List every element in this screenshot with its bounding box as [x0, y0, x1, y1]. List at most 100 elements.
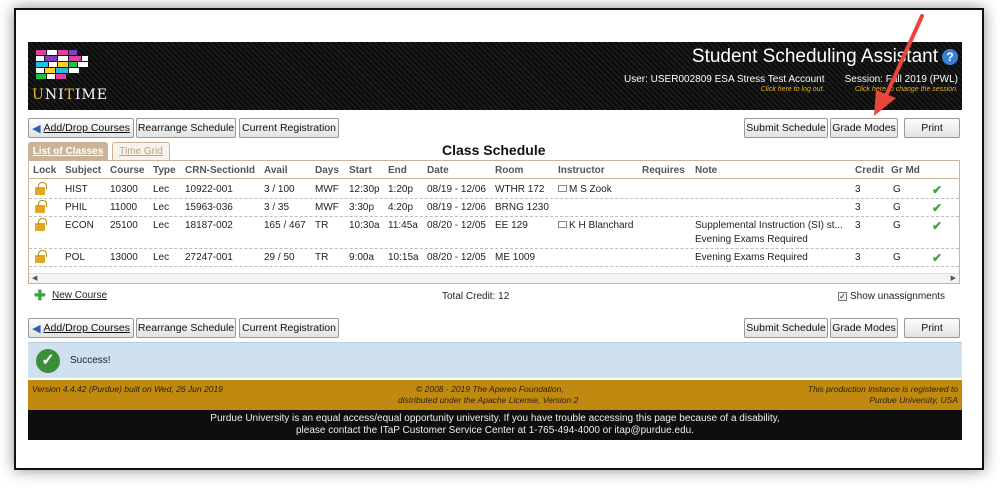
logout-hint[interactable]: Click here to log out. [624, 86, 825, 93]
print-label: Print [921, 122, 943, 134]
print-button-bottom[interactable]: Print [904, 318, 960, 338]
success-text: Success! [70, 355, 111, 366]
row-subject: PHIL [65, 202, 88, 213]
mail-icon[interactable] [558, 220, 567, 228]
add-drop-courses-button[interactable]: ◀ Add/Drop Courses [28, 118, 134, 138]
rearrange-schedule-button-bottom[interactable]: Rearrange Schedule [136, 318, 236, 338]
current-registration-button[interactable]: Current Registration [239, 118, 339, 138]
accessibility-notice: Purdue University is an equal access/equ… [28, 410, 962, 440]
mail-icon[interactable] [558, 184, 567, 192]
tab-list-of-classes[interactable]: List of Classes [28, 142, 108, 160]
column-header: Avail [264, 165, 288, 176]
print-button[interactable]: Print [904, 118, 960, 138]
rearrange-schedule-button[interactable]: Rearrange Schedule [136, 118, 236, 138]
unitime-logo-icon [36, 50, 88, 79]
table-row[interactable]: POL 13000 Lec 27247-001 29 / 50 TR 9:00a… [29, 249, 959, 267]
lock-icon[interactable] [35, 200, 47, 213]
check-icon: ✔ [932, 201, 943, 215]
row-grade-mode: G [893, 220, 901, 231]
unitime-logo[interactable]: UNITIME [32, 47, 107, 105]
column-header: Instructor [558, 165, 605, 176]
grade-modes-label: Grade Modes [832, 322, 896, 334]
arrow-left-icon: ◀ [32, 122, 41, 135]
copyright-line1: © 2008 - 2019 The Apereo Foundation, [416, 384, 564, 394]
total-credit: Total Credit: 12 [442, 291, 510, 302]
bottom-toolbar: ◀ Add/Drop Courses Rearrange Schedule Cu… [28, 318, 962, 338]
lock-icon[interactable] [35, 250, 47, 263]
lock-icon[interactable] [35, 218, 47, 231]
column-header: Course [110, 165, 145, 176]
registration-line2: Purdue University, USA [869, 395, 958, 405]
show-unassignments-toggle[interactable]: ✓ Show unassignments [838, 291, 945, 302]
row-days: TR [315, 252, 329, 263]
unitime-page: UNITIME Student Scheduling Assistant ? U… [28, 42, 962, 444]
row-subject: ECON [65, 220, 94, 231]
horizontal-scrollbar[interactable]: ◀ ▶ [29, 273, 959, 283]
help-icon[interactable]: ? [942, 49, 958, 65]
table-row[interactable]: PHIL 11000 Lec 15963-036 3 / 35 MWF 3:30… [29, 199, 959, 217]
row-grade-mode: G [893, 202, 901, 213]
current-registration-label: Current Registration [242, 322, 336, 334]
print-label: Print [921, 322, 943, 334]
new-course-link[interactable]: New Course [52, 290, 107, 301]
row-instructor-name: K H Blanchard [569, 220, 634, 231]
scroll-right-icon[interactable]: ▶ [951, 274, 956, 282]
current-registration-label: Current Registration [242, 122, 336, 134]
column-header: Lock [33, 165, 57, 176]
row-start: 3:30p [349, 202, 375, 213]
user-info[interactable]: User: USER002809 ESA Stress Test Account… [624, 74, 824, 93]
table-footer: ✚ New Course Total Credit: 12 ✓ Show unas… [28, 286, 962, 306]
table-row[interactable]: HIST 10300 Lec 10922-001 3 / 100 MWF 12:… [29, 181, 959, 199]
row-type: Lec [153, 184, 170, 195]
version-info: Version 4.4.42 (Purdue) built on Wed, 26… [32, 384, 223, 394]
row-instructor[interactable]: K H Blanchard [558, 220, 633, 231]
check-icon: ✔ [932, 219, 943, 233]
column-header: Note [695, 165, 718, 176]
row-avail: 3 / 35 [264, 202, 290, 213]
submit-schedule-label: Submit Schedule [746, 122, 826, 134]
row-avail: 3 / 100 [264, 184, 295, 195]
column-header: Room [495, 165, 524, 176]
class-schedule-table: Lock Subject Course Type CRN-SectionId A… [28, 160, 960, 284]
screenshot-frame: UNITIME Student Scheduling Assistant ? U… [14, 8, 984, 470]
lock-icon[interactable] [35, 182, 47, 195]
row-instructor[interactable]: M S Zook [558, 184, 612, 195]
row-crn: 18187-002 [185, 220, 233, 231]
add-drop-courses-button-bottom[interactable]: ◀ Add/Drop Courses [28, 318, 134, 338]
scroll-left-icon[interactable]: ◀ [32, 274, 37, 282]
plus-icon[interactable]: ✚ [34, 288, 46, 302]
row-course: 11000 [110, 202, 138, 213]
row-avail: 165 / 467 [264, 220, 306, 231]
annotation-arrow [874, 14, 924, 116]
row-start: 10:30a [349, 220, 380, 231]
current-registration-button-bottom[interactable]: Current Registration [239, 318, 339, 338]
row-crn: 10922-001 [185, 184, 233, 195]
submit-schedule-button[interactable]: Submit Schedule [744, 118, 828, 138]
row-room: BRNG 1230 [495, 202, 549, 213]
row-crn: 27247-001 [185, 252, 233, 263]
grade-modes-button-bottom[interactable]: Grade Modes [830, 318, 898, 338]
column-header: Type [153, 165, 176, 176]
table-row[interactable]: ECON 25100 Lec 18187-002 165 / 467 TR 10… [29, 217, 959, 249]
row-end: 1:20p [388, 184, 414, 195]
grade-modes-button[interactable]: Grade Modes [830, 118, 898, 138]
accessibility-line2: please contact the ITaP Customer Service… [296, 425, 694, 436]
row-credit: 3 [855, 220, 861, 231]
column-header: Credit [855, 165, 884, 176]
row-note: Evening Exams Required [695, 252, 808, 263]
copyright-line2: distributed under the Apache License, Ve… [398, 395, 579, 405]
row-end: 10:15a [388, 252, 419, 263]
row-days: MWF [315, 202, 339, 213]
column-header: Gr Md [891, 165, 920, 176]
check-icon: ✔ [932, 183, 943, 197]
checkbox-checked-icon[interactable]: ✓ [838, 291, 847, 301]
row-room: WTHR 172 [495, 184, 545, 195]
row-note-secondary: Evening Exams Required [695, 234, 808, 245]
submit-schedule-button-bottom[interactable]: Submit Schedule [744, 318, 828, 338]
row-type: Lec [153, 202, 170, 213]
row-grade-mode: G [893, 184, 901, 195]
row-date: 08/19 - 12/06 [427, 202, 486, 213]
row-credit: 3 [855, 252, 861, 263]
tab-time-grid[interactable]: Time Grid [112, 142, 170, 160]
row-crn: 15963-036 [185, 202, 233, 213]
